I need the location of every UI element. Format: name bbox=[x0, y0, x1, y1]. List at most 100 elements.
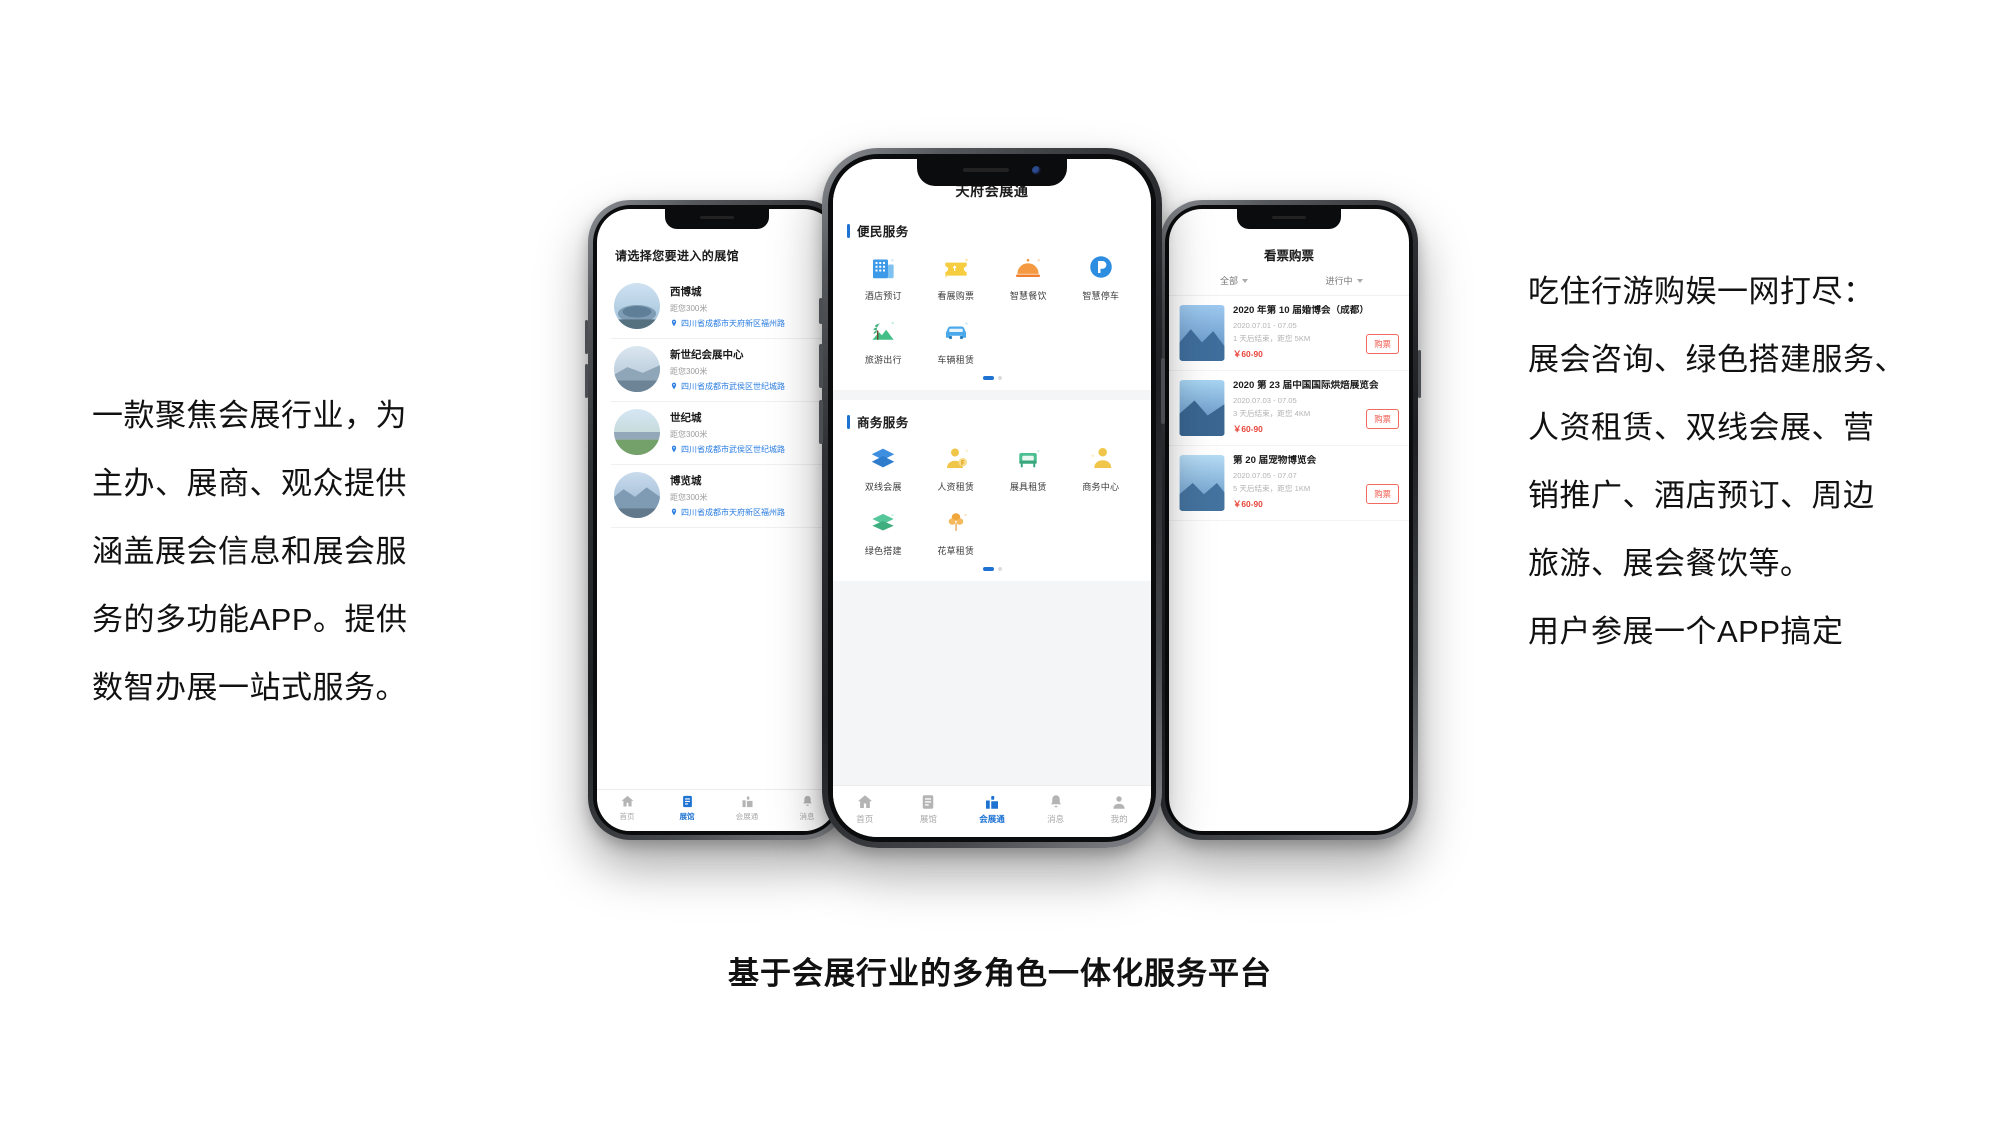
mute-switch[interactable] bbox=[819, 298, 823, 324]
bottom-tabbar-left[interactable]: 首页 展馆 会展通 消息 bbox=[597, 789, 837, 831]
notch bbox=[917, 159, 1067, 186]
tab-label: 会展通 bbox=[979, 814, 1005, 824]
venue-info: 博览城 距您300米 四川省成都市天府新区福州路 bbox=[670, 473, 820, 518]
service-label: 商务中心 bbox=[1082, 482, 1120, 492]
event-list-item[interactable]: 2020 年第 10 届婚博会（成都） 2020.07.01 - 07.05 1 天… bbox=[1169, 296, 1409, 371]
home-icon bbox=[620, 794, 635, 809]
carousel-dots[interactable] bbox=[847, 557, 1137, 575]
venue-distance: 距您300米 bbox=[670, 303, 708, 313]
venue-info: 世纪城 距您300米 四川省成都市武侯区世纪城路 bbox=[670, 410, 820, 455]
service-item[interactable]: 展具租赁 bbox=[992, 443, 1065, 493]
service-item[interactable]: 双线会展 bbox=[847, 443, 920, 493]
staffing-icon bbox=[941, 443, 971, 473]
service-label: 智慧餐饮 bbox=[1009, 291, 1047, 301]
event-name: 2020 第 23 届中国国际烘焙展览会 bbox=[1233, 380, 1379, 391]
bottom-tabbar-center[interactable]: 首页 展馆 会展通 消息 我的 bbox=[833, 785, 1151, 837]
event-name: 2020 年第 10 届婚博会（成都） bbox=[1233, 305, 1369, 316]
tab-label: 展馆 bbox=[919, 814, 937, 824]
service-item[interactable]: 人资租赁 bbox=[920, 443, 993, 493]
service-item[interactable]: 看展购票 bbox=[920, 252, 993, 302]
tab-1[interactable]: 首页 bbox=[597, 794, 657, 822]
carousel-dot[interactable] bbox=[997, 376, 1002, 380]
tab-label: 首页 bbox=[856, 814, 874, 824]
tab-2[interactable]: 展馆 bbox=[657, 794, 717, 822]
buy-ticket-button[interactable]: 购票 bbox=[1366, 334, 1399, 354]
event-list-item[interactable]: 第 20 届宠物博览会 2020.07.05 - 07.07 5 天后结束，距您 1… bbox=[1169, 446, 1409, 521]
tab-1[interactable]: 首页 bbox=[833, 793, 897, 825]
venue-address: 四川省成都市天府新区福州路 bbox=[670, 507, 820, 518]
service-item[interactable]: 花草租赁 bbox=[920, 507, 993, 557]
carousel-dots[interactable] bbox=[847, 366, 1137, 384]
tab-4[interactable]: 消息 bbox=[1024, 793, 1088, 825]
section-header: 便民服务 bbox=[847, 221, 1137, 240]
hotel-icon bbox=[868, 252, 898, 282]
carousel-dot-active[interactable] bbox=[982, 567, 994, 571]
event-date: 2020.07.05 - 07.07 bbox=[1233, 470, 1297, 480]
layers-icon bbox=[868, 443, 898, 473]
service-label: 看展购票 bbox=[937, 291, 975, 301]
event-thumbnail bbox=[1179, 455, 1225, 511]
volume-down-button[interactable] bbox=[819, 400, 823, 444]
tab-3[interactable]: 会展通 bbox=[717, 794, 777, 822]
tab-5[interactable]: 我的 bbox=[1087, 793, 1151, 825]
phone-screen-left: 请选择您要进入的展馆 西博城 距您300米 四川省成都市天府新区福州路 新世纪会展中心… bbox=[597, 209, 837, 831]
power-button[interactable] bbox=[1161, 358, 1165, 424]
expo-icon bbox=[983, 793, 1001, 811]
carousel-dot-active[interactable] bbox=[982, 376, 994, 380]
ticket-list-screen: 看票购票 全部 进行中 2020 年第 10 届婚博会（成都） 2020.07.01… bbox=[1169, 209, 1409, 521]
left-description-text: 一款聚焦会展行业，为 主办、展商、观众提供 涵盖展会信息和展会服 务的多功能AP… bbox=[92, 398, 408, 705]
service-item[interactable]: 旅游出行 bbox=[847, 316, 920, 366]
ticket-filter[interactable]: 进行中 bbox=[1289, 274, 1399, 287]
travel-icon bbox=[868, 316, 898, 346]
expo-icon bbox=[740, 794, 755, 809]
tab-2[interactable]: 展馆 bbox=[897, 793, 961, 825]
phone-screen-right: 看票购票 全部 进行中 2020 年第 10 届婚博会（成都） 2020.07.01… bbox=[1169, 209, 1409, 831]
event-list-item[interactable]: 2020 第 23 届中国国际烘焙展览会 2020.07.03 - 07.05 3 … bbox=[1169, 371, 1409, 446]
service-item[interactable]: 车辆租赁 bbox=[920, 316, 993, 366]
power-button[interactable] bbox=[1418, 350, 1421, 398]
venue-list-item[interactable]: 博览城 距您300米 四川省成都市天府新区福州路 bbox=[611, 465, 823, 528]
earpiece-speaker bbox=[1272, 216, 1306, 219]
service-item[interactable]: 商务中心 bbox=[1065, 443, 1138, 493]
service-label: 展具租赁 bbox=[1009, 482, 1047, 492]
notch bbox=[665, 209, 769, 229]
volume-up-button[interactable] bbox=[585, 320, 588, 354]
earpiece-speaker bbox=[963, 168, 1009, 172]
venue-address: 四川省成都市武侯区世纪城路 bbox=[670, 444, 820, 455]
service-label: 人资租赁 bbox=[937, 482, 975, 492]
section-accent-bar bbox=[847, 414, 850, 429]
volume-up-button[interactable] bbox=[819, 344, 823, 388]
venue-list-item[interactable]: 世纪城 距您300米 四川省成都市武侯区世纪城路 bbox=[611, 402, 823, 465]
venue-distance: 距您300米 bbox=[670, 492, 708, 502]
ticket-page-title: 看票购票 bbox=[1263, 249, 1314, 263]
service-section: 便民服务酒店预订 看展购票 智慧餐饮 智慧停车旅游出行 车辆租赁 bbox=[833, 209, 1151, 390]
ticket-filter[interactable]: 全部 bbox=[1179, 274, 1289, 287]
venue-thumbnail bbox=[614, 409, 660, 455]
buy-ticket-button[interactable]: 购票 bbox=[1366, 409, 1399, 429]
buy-ticket-button[interactable]: 购票 bbox=[1366, 484, 1399, 504]
tab-label: 消息 bbox=[799, 812, 815, 821]
event-date: 2020.07.01 - 07.05 bbox=[1233, 320, 1297, 330]
venue-list-item[interactable]: 新世纪会展中心 距您300米 四川省成都市武侯区世纪城路 bbox=[611, 339, 823, 402]
venue-address: 四川省成都市武侯区世纪城路 bbox=[670, 381, 820, 392]
volume-down-button[interactable] bbox=[585, 364, 588, 398]
car-rental-icon bbox=[941, 316, 971, 346]
tab-3[interactable]: 会展通 bbox=[960, 793, 1024, 825]
location-pin-icon bbox=[670, 508, 678, 516]
filter-label: 全部 bbox=[1219, 276, 1238, 286]
service-item[interactable]: 智慧停车 bbox=[1065, 252, 1138, 302]
ticket-filter-bar[interactable]: 全部 进行中 bbox=[1169, 274, 1409, 296]
service-label: 花草租赁 bbox=[937, 546, 975, 556]
service-item[interactable]: 智慧餐饮 bbox=[992, 252, 1065, 302]
service-item[interactable]: 酒店预订 bbox=[847, 252, 920, 302]
carousel-dot[interactable] bbox=[997, 567, 1002, 571]
service-item[interactable]: 绿色搭建 bbox=[847, 507, 920, 557]
venue-address-text: 四川省成都市武侯区世纪城路 bbox=[681, 381, 785, 391]
venue-list-item[interactable]: 西博城 距您300米 四川省成都市天府新区福州路 bbox=[611, 276, 823, 339]
tab-label: 会展通 bbox=[735, 812, 759, 821]
tab-label: 首页 bbox=[619, 812, 635, 821]
venue-name: 新世纪会展中心 bbox=[670, 348, 744, 361]
service-label: 双线会展 bbox=[864, 482, 902, 492]
service-label: 绿色搭建 bbox=[864, 546, 902, 556]
earpiece-speaker bbox=[700, 216, 734, 219]
